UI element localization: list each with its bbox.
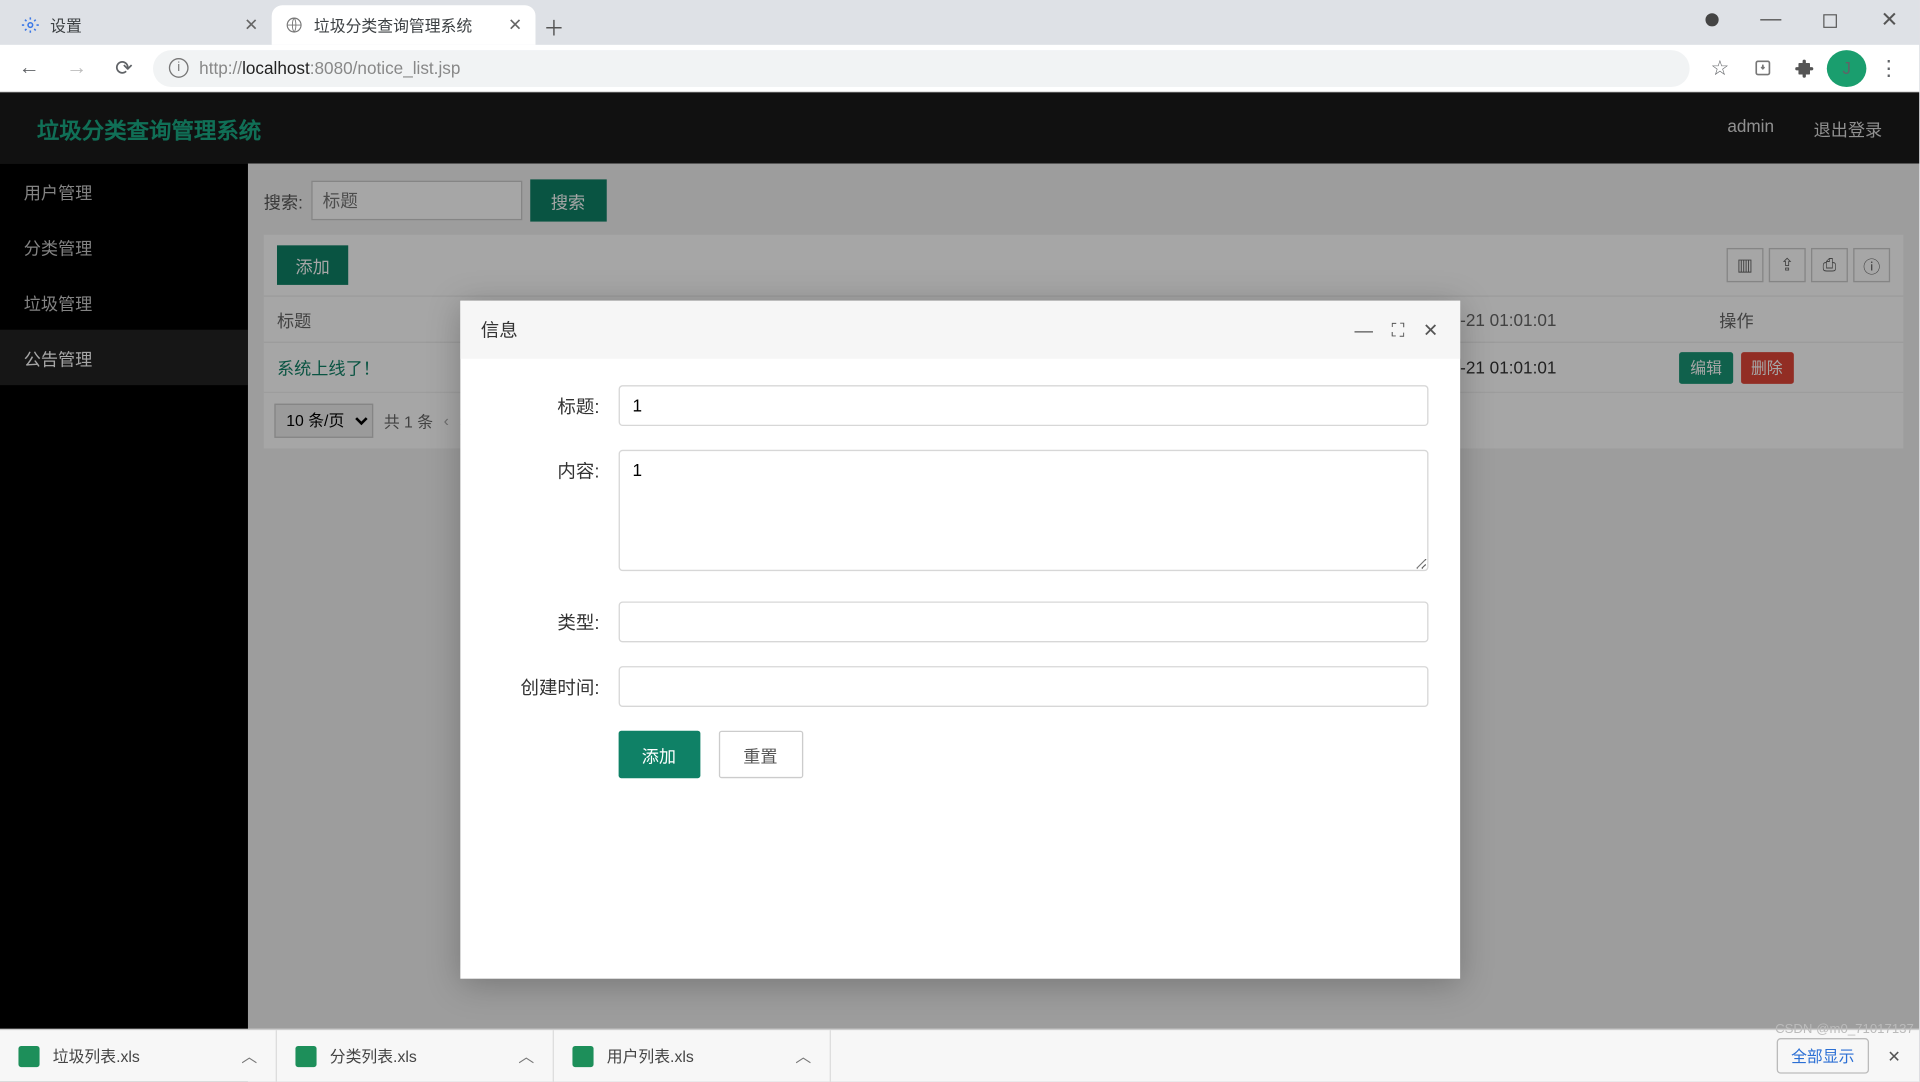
forward-icon[interactable]: → (58, 49, 95, 86)
minimize-icon[interactable]: — (1741, 0, 1800, 40)
download-name: 用户列表.xls (607, 1045, 694, 1067)
title-input[interactable] (618, 385, 1428, 426)
tab-label: 垃圾分类查询管理系统 (314, 14, 472, 36)
address-bar: ← → ⟳ i http://localhost:8080/notice_lis… (0, 45, 1919, 92)
minimize-icon[interactable]: — (1355, 319, 1373, 341)
window-controls: — ◻ ✕ (1682, 0, 1919, 40)
back-icon[interactable]: ← (11, 49, 48, 86)
xls-icon (572, 1045, 593, 1066)
show-all-downloads[interactable]: 全部显示 (1777, 1038, 1869, 1074)
downloads-bar: 垃圾列表.xls ︿ 分类列表.xls ︿ 用户列表.xls ︿ 全部显示 ✕ (0, 1029, 1919, 1082)
tab-app[interactable]: 垃圾分类查询管理系统 ✕ (272, 5, 536, 45)
chevron-up-icon[interactable]: ︿ (795, 1045, 811, 1067)
chevron-up-icon[interactable]: ︿ (241, 1045, 257, 1067)
modal-header: 信息 — ⛶ ✕ (460, 301, 1460, 359)
type-input[interactable] (618, 601, 1428, 642)
globe-icon (285, 16, 303, 34)
modal-body: 标题: 内容: 类型: 创建时间: 添加 重置 (460, 359, 1460, 979)
site-info-icon[interactable]: i (169, 58, 189, 78)
reload-icon[interactable]: ⟳ (106, 49, 143, 86)
close-icon[interactable]: ✕ (1423, 319, 1438, 341)
maximize-icon[interactable]: ◻ (1800, 0, 1859, 40)
field-label-created: 创建时间: (460, 666, 618, 707)
maximize-icon[interactable]: ⛶ (1391, 319, 1404, 341)
close-icon[interactable]: ✕ (244, 15, 258, 36)
tab-settings[interactable]: 设置 ✕ (8, 5, 272, 45)
app: 垃圾分类查询管理系统 admin 退出登录 用户管理 分类管理 垃圾管理 公告管… (0, 92, 1919, 1081)
field-label-type: 类型: (460, 601, 618, 642)
xls-icon (295, 1045, 316, 1066)
submit-button[interactable]: 添加 (618, 731, 700, 778)
watermark-csdn: CSDN @m0_71017137 (1775, 1022, 1914, 1037)
tab-label: 设置 (50, 14, 82, 36)
field-label-content: 内容: (460, 450, 618, 578)
install-icon[interactable] (1742, 49, 1782, 86)
download-item[interactable]: 用户列表.xls ︿ (554, 1030, 831, 1081)
download-name: 垃圾列表.xls (53, 1045, 140, 1067)
xls-icon (18, 1045, 39, 1066)
record-icon[interactable] (1682, 0, 1741, 40)
close-icon[interactable]: ✕ (1860, 0, 1919, 40)
menu-icon[interactable]: ⋮ (1869, 49, 1909, 86)
star-icon[interactable]: ☆ (1700, 49, 1740, 86)
modal-title: 信息 (481, 317, 518, 343)
tab-strip: 设置 ✕ 垃圾分类查询管理系统 ✕ ＋ — ◻ ✕ (0, 0, 1919, 45)
close-icon[interactable]: ✕ (508, 15, 522, 36)
download-name: 分类列表.xls (330, 1045, 417, 1067)
reset-button[interactable]: 重置 (718, 731, 802, 778)
new-tab-button[interactable]: ＋ (536, 8, 573, 45)
gear-icon (21, 16, 39, 34)
close-icon[interactable]: ✕ (1887, 1047, 1900, 1065)
download-item[interactable]: 分类列表.xls ︿ (277, 1030, 554, 1081)
download-item[interactable]: 垃圾列表.xls ︿ (0, 1030, 277, 1081)
url-field[interactable]: i http://localhost:8080/notice_list.jsp (153, 49, 1690, 86)
browser-window: 设置 ✕ 垃圾分类查询管理系统 ✕ ＋ — ◻ ✕ ← → ⟳ i http:/… (0, 0, 1919, 1082)
created-input[interactable] (618, 666, 1428, 707)
chevron-up-icon[interactable]: ︿ (518, 1045, 534, 1067)
modal-dialog: 信息 — ⛶ ✕ 标题: 内容: 类型: (460, 301, 1460, 979)
extensions-icon[interactable] (1785, 49, 1825, 86)
field-label-title: 标题: (460, 385, 618, 426)
avatar[interactable]: J (1827, 49, 1867, 86)
content-textarea[interactable] (618, 450, 1428, 571)
url-text: http://localhost:8080/notice_list.jsp (199, 58, 460, 78)
